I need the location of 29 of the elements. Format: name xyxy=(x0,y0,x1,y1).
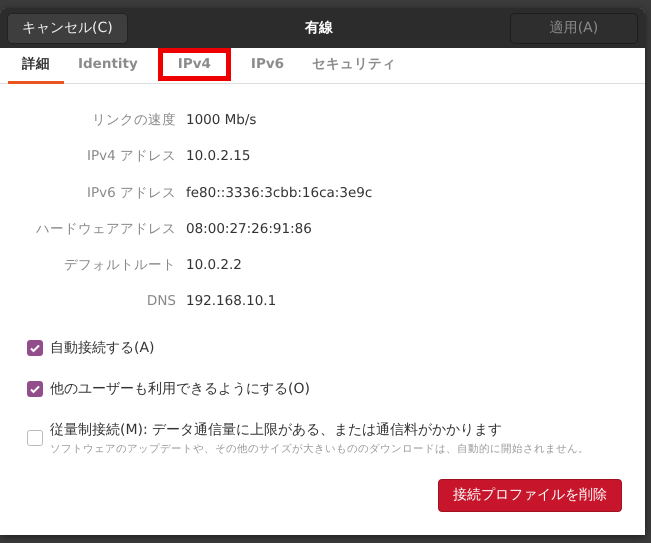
field-label: デフォルトルート xyxy=(63,256,176,275)
field-label: DNS xyxy=(146,292,176,312)
check-icon xyxy=(29,342,41,354)
check-icon xyxy=(29,383,41,395)
field-value: 10.0.2.15 xyxy=(186,147,252,166)
checkbox[interactable] xyxy=(27,430,43,446)
field-value: 1000 Mb/s xyxy=(186,111,258,130)
tab[interactable]: 詳細 xyxy=(8,48,64,84)
field-value: fe80::3336:3cbb:16ca:3e9c xyxy=(186,184,374,202)
tab[interactable]: セキュリティ xyxy=(298,48,410,84)
field-label: IPv4 アドレス xyxy=(86,147,176,166)
tab[interactable]: IPv6 xyxy=(236,48,298,84)
option-label: 他のユーザーも利用できるようにする(O) xyxy=(50,380,310,398)
tab[interactable]: IPv4 xyxy=(158,48,231,84)
tab[interactable]: Identity xyxy=(64,48,152,84)
field-value: 10.0.2.2 xyxy=(186,256,243,275)
window-title: 有線 xyxy=(304,18,333,38)
checkbox[interactable] xyxy=(27,340,43,356)
option-description: ソフトウェアのアップデートや、その他のサイズが大きいもののダウンロードは、自動的に開始されません。 xyxy=(50,442,590,456)
cancel-button[interactable]: キャンセル(C) xyxy=(7,12,128,44)
field-label: ハードウェアアドレス xyxy=(35,220,176,239)
option-label: 自動接続する(A) xyxy=(50,338,155,358)
field-label: リンクの速度 xyxy=(91,111,176,130)
field-label: IPv6 アドレス xyxy=(86,184,176,202)
delete-profile-button[interactable]: 接続プロファイルを削除 xyxy=(438,479,622,512)
field-value: 08:00:27:26:91:86 xyxy=(186,220,313,239)
option-label: 従量制接続(M): データ通信量に上限がある、または通信料がかかります xyxy=(50,420,504,440)
field-value: 192.168.10.1 xyxy=(186,292,278,312)
checkbox[interactable] xyxy=(27,381,43,397)
